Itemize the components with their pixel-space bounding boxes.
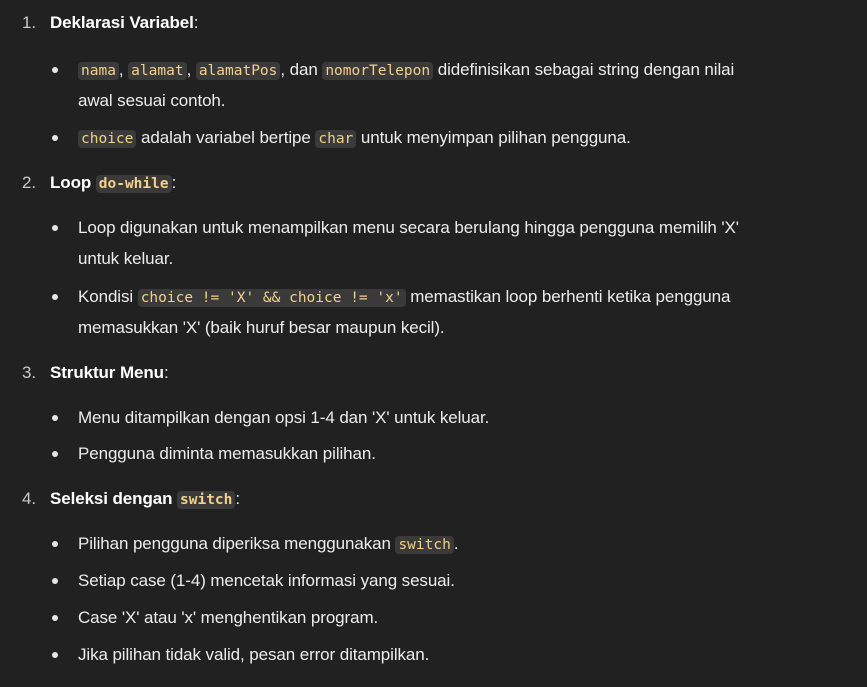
code-choice: choice	[78, 130, 137, 148]
list-item-2-1-line2: untuk keluar.	[78, 249, 174, 268]
bullet-4-2	[52, 578, 58, 584]
section-title-4: Seleksi dengan	[50, 489, 173, 508]
section-title-1: Deklarasi Variabel	[50, 13, 194, 32]
section-title-3: Struktur Menu	[50, 363, 164, 382]
section-colon-3: :	[163, 363, 169, 382]
bullet-4-4	[52, 652, 58, 658]
list-item-3-1: Menu ditampilkan dengan opsi 1-4 dan 'X'…	[78, 408, 490, 427]
list-number-3: 3.	[22, 363, 36, 382]
list-item-4-2: Setiap case (1-4) mencetak informasi yan…	[78, 571, 455, 590]
code-nama: nama	[78, 62, 119, 80]
item-text: memastikan loop berhenti ketika pengguna	[410, 287, 731, 306]
code-alamat: alamat	[128, 62, 187, 80]
bullet-4-1	[52, 541, 58, 547]
list-number-1: 1.	[22, 13, 36, 32]
section-heading-2: Loop do-while:	[50, 172, 176, 195]
list-item-4-3: Case 'X' atau 'x' menghentikan program.	[78, 608, 379, 627]
section-colon-2: :	[171, 173, 177, 192]
list-item-4-1: Pilihan pengguna diperiksa menggunakan s…	[78, 533, 849, 556]
section-heading-3: Struktur Menu:	[50, 362, 169, 384]
bullet-2-1	[52, 225, 58, 231]
bullet-1-2	[52, 135, 58, 141]
bullet-4-3	[52, 615, 58, 621]
list-item-1-1-line1: nama, alamat, alamatPos, dan nomorTelepo…	[78, 59, 849, 82]
list-item-2-2-line1: Kondisi choice != 'X' && choice != 'x' m…	[78, 286, 849, 309]
section-colon-4: :	[235, 489, 241, 508]
code-do-while: do-while	[95, 175, 172, 193]
section-colon-1: :	[193, 13, 199, 32]
bullet-1-1	[52, 67, 58, 73]
item-text: adalah variabel bertipe	[141, 128, 311, 147]
section-title-2: Loop	[50, 173, 92, 192]
list-item-1-1-line2: awal sesuai contoh.	[78, 91, 226, 110]
bullet-3-2	[52, 451, 58, 457]
separator: ,	[186, 60, 192, 79]
list-item-2-2-line2: memasukkan 'X' (baik huruf besar maupun …	[78, 318, 445, 337]
code-switch: switch	[395, 536, 454, 554]
list-item-2-1-line1: Loop digunakan untuk menampilkan menu se…	[78, 218, 739, 237]
bullet-3-1	[52, 415, 58, 421]
list-item-4-4: Jika pilihan tidak valid, pesan error di…	[78, 645, 430, 664]
list-item-3-2: Pengguna diminta memasukkan pilihan.	[78, 444, 376, 463]
bullet-2-2	[52, 294, 58, 300]
item-text: Kondisi	[78, 287, 134, 306]
item-text: Pilihan pengguna diperiksa menggunakan	[78, 534, 391, 553]
code-alamatpos: alamatPos	[195, 62, 281, 80]
separator: ,	[118, 60, 124, 79]
code-switch-heading: switch	[177, 491, 236, 509]
section-heading-1: Deklarasi Variabel:	[50, 12, 198, 34]
section-heading-4: Seleksi dengan switch:	[50, 488, 240, 511]
document-content: 1. Deklarasi Variabel: nama, alamat, ala…	[0, 0, 867, 687]
item-text: didefinisikan sebagai string dengan nila…	[437, 60, 735, 79]
list-item-1-2: choice adalah variabel bertipe char untu…	[78, 127, 849, 150]
code-nomortelepon: nomorTelepon	[322, 62, 434, 80]
item-text: untuk menyimpan pilihan pengguna.	[360, 128, 631, 147]
item-text-end: .	[453, 534, 459, 553]
list-number-4: 4.	[22, 489, 36, 508]
list-number-2: 2.	[22, 173, 36, 192]
code-condition: choice != 'X' && choice != 'x'	[137, 289, 406, 307]
code-char: char	[315, 130, 357, 148]
separator: , dan	[280, 60, 318, 79]
